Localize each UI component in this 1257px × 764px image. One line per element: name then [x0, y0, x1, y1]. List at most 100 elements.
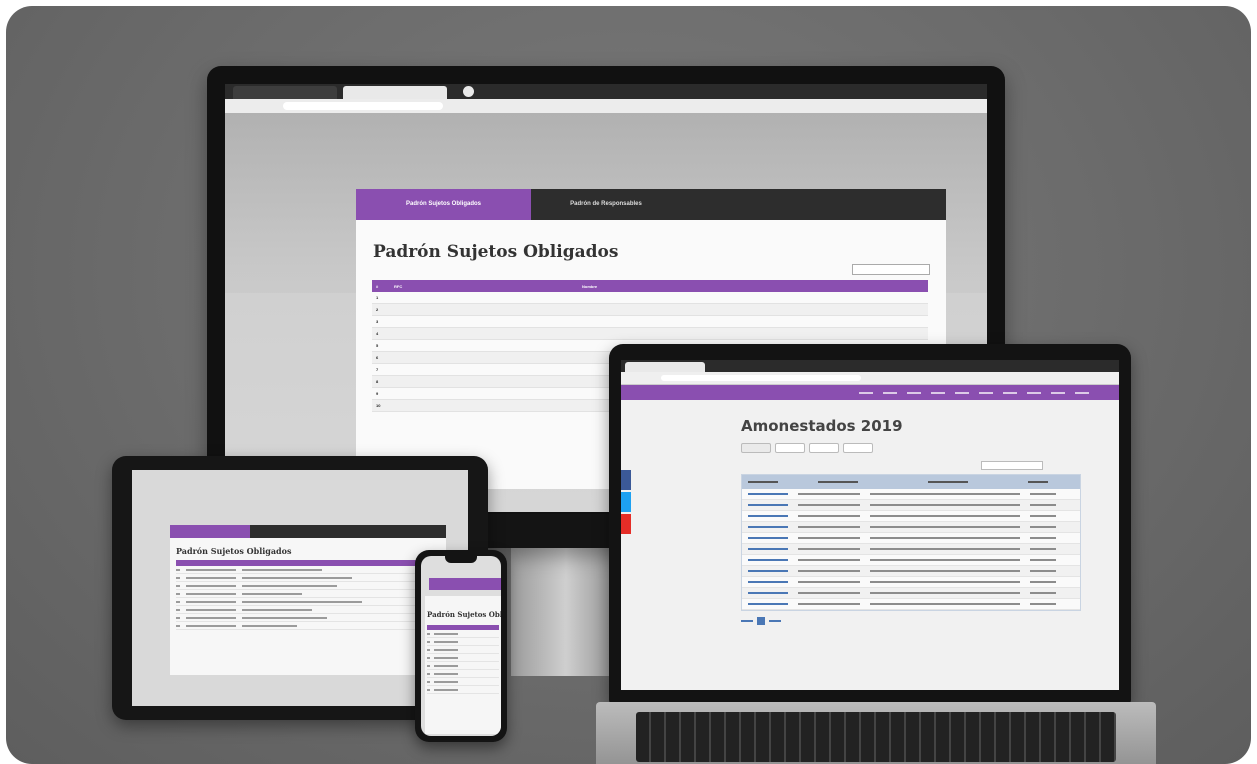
nav-link[interactable] [1027, 391, 1041, 394]
tablet-tab-active[interactable] [170, 525, 250, 538]
youtube-icon[interactable] [621, 514, 631, 534]
table-row [427, 678, 499, 686]
row-rfc [390, 375, 578, 388]
table-row [742, 511, 1080, 522]
tablet-page-title: Padrón Sujetos Obligados [176, 546, 292, 556]
twitter-icon[interactable] [621, 492, 631, 512]
phone-screen: Padrón Sujetos Obli [421, 556, 501, 736]
row-number: 3 [372, 315, 390, 328]
filter-pill[interactable] [809, 443, 839, 453]
row-number: 2 [372, 303, 390, 316]
nav-link[interactable] [931, 391, 945, 394]
device-mockup-stage: Padrón Sujetos Obligados Padrón de Respo… [6, 6, 1251, 764]
nav-link[interactable] [1003, 391, 1017, 394]
row-rfc [390, 387, 578, 400]
year-filter-pills [741, 443, 1081, 453]
table-row [176, 574, 440, 582]
table-row [742, 599, 1080, 610]
table-row [742, 489, 1080, 500]
phone-page-title: Padrón Sujetos Obli [427, 610, 501, 619]
nav-link[interactable] [955, 391, 969, 394]
table-row [742, 566, 1080, 577]
panel-tabs: Padrón Sujetos Obligados Padrón de Respo… [356, 189, 946, 220]
browser-tab[interactable] [233, 86, 337, 99]
row-number: 5 [372, 339, 390, 352]
social-sidebar [621, 470, 631, 536]
new-tab-icon[interactable] [463, 86, 474, 97]
row-rfc [390, 363, 578, 376]
table-header-row: # RFC Nombre [372, 280, 928, 292]
table-row [176, 614, 440, 622]
table-row [427, 646, 499, 654]
laptop-page-title: Amonestados 2019 [741, 417, 903, 435]
table-row [427, 638, 499, 646]
table-row [176, 606, 440, 614]
tab-padron-responsables[interactable]: Padrón de Responsables [531, 189, 681, 220]
column-header[interactable] [818, 481, 858, 483]
table-row [427, 654, 499, 662]
next-page-link[interactable] [769, 620, 781, 622]
search-input[interactable] [852, 264, 930, 275]
prev-page-link[interactable] [741, 620, 753, 622]
tab-padron-sujetos[interactable]: Padrón Sujetos Obligados [356, 189, 531, 220]
row-number: 6 [372, 351, 390, 364]
column-header[interactable]: RFC [390, 280, 578, 292]
url-field[interactable] [661, 375, 861, 381]
facebook-icon[interactable] [621, 470, 631, 490]
column-header[interactable] [928, 481, 968, 483]
browser-tab-active[interactable] [625, 362, 705, 372]
browser-address-bar [621, 372, 1119, 385]
page-current[interactable] [757, 617, 765, 625]
column-header[interactable]: # [372, 280, 390, 292]
browser-tabstrip [225, 84, 987, 99]
row-rfc [390, 303, 578, 316]
column-header[interactable] [748, 481, 778, 483]
nav-link[interactable] [979, 391, 993, 394]
search-input[interactable] [981, 461, 1043, 470]
amonestados-table [741, 474, 1081, 611]
laptop-content: Amonestados 2019 [741, 405, 1081, 625]
row-rfc [390, 399, 578, 412]
nav-link[interactable] [883, 391, 897, 394]
row-number: 8 [372, 375, 390, 388]
nav-link[interactable] [859, 391, 873, 394]
table-row [742, 588, 1080, 599]
table-row [742, 500, 1080, 511]
row-rfc [390, 339, 578, 352]
table-row [176, 582, 440, 590]
nav-link[interactable] [1051, 391, 1065, 394]
row-name [578, 327, 928, 340]
table-row [427, 686, 499, 694]
filter-pill[interactable] [843, 443, 873, 453]
browser-tab-active[interactable] [343, 86, 447, 99]
phone-card: Padrón Sujetos Obli [425, 596, 501, 734]
phone-device: Padrón Sujetos Obli [415, 550, 507, 742]
nav-link[interactable] [1075, 391, 1089, 394]
nav-link[interactable] [907, 391, 921, 394]
table-row [427, 662, 499, 670]
filter-pill[interactable] [775, 443, 805, 453]
table-row [427, 630, 499, 638]
column-header[interactable]: Nombre [578, 280, 928, 292]
table-row [742, 544, 1080, 555]
table-row [427, 670, 499, 678]
row-rfc [390, 315, 578, 328]
laptop-base [596, 702, 1156, 764]
phone-tab[interactable] [429, 578, 501, 590]
row-name [578, 315, 928, 328]
row-number: 9 [372, 387, 390, 400]
table-row [742, 577, 1080, 588]
table-row [176, 590, 440, 598]
table-footer [741, 617, 1081, 625]
row-name [578, 303, 928, 316]
table-controls [372, 264, 930, 276]
tablet-table [176, 560, 440, 630]
url-field[interactable] [283, 102, 443, 110]
filter-pill[interactable] [741, 443, 771, 453]
table-row: 3 [372, 315, 928, 328]
table-row: 4 [372, 327, 928, 340]
table-row: 1 [372, 292, 928, 304]
page-title: Padrón Sujetos Obligados [373, 242, 619, 262]
column-header[interactable] [1028, 481, 1048, 483]
laptop-keyboard [636, 712, 1116, 762]
